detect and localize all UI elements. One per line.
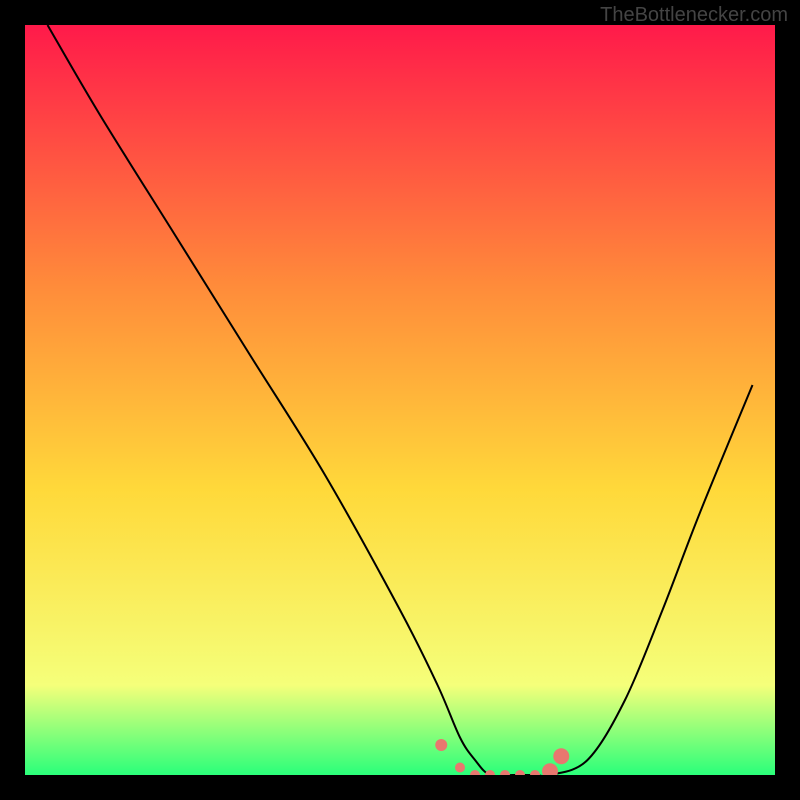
watermark-text: TheBottlenecker.com: [600, 4, 788, 27]
bottleneck-curve: [48, 25, 753, 775]
marker-point: [542, 763, 558, 775]
marker-point: [515, 770, 525, 775]
marker-point: [470, 770, 480, 775]
highlighted-flat-region: [435, 739, 569, 775]
marker-point: [500, 770, 510, 775]
marker-point: [455, 763, 465, 773]
marker-point: [435, 739, 447, 751]
curve-layer: [25, 25, 775, 775]
marker-point: [530, 770, 540, 775]
plot-area: [25, 25, 775, 775]
marker-point: [485, 770, 495, 775]
marker-point: [553, 748, 569, 764]
